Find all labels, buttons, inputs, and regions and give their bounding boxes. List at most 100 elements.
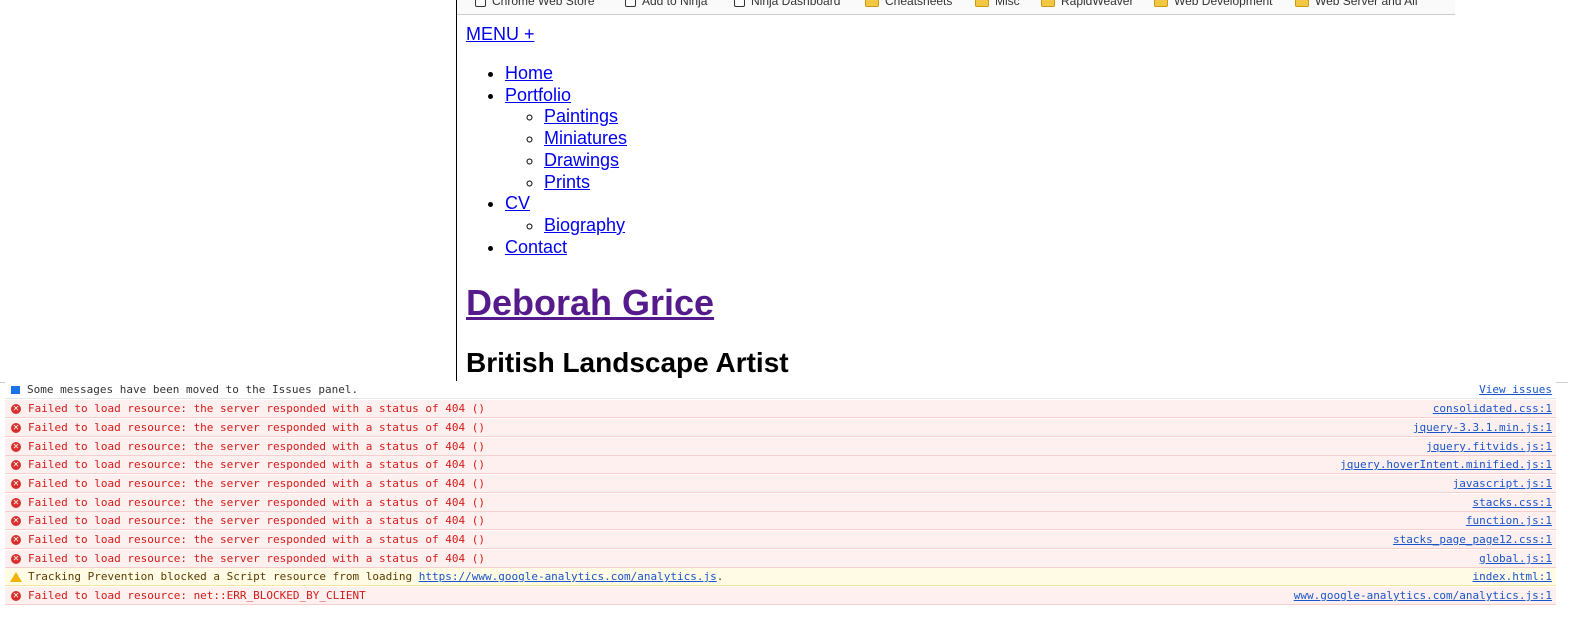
error-icon: ✕ xyxy=(11,441,21,452)
console-source-link[interactable]: stacks.css:1 xyxy=(1473,496,1556,509)
bookmark-label: Ninja Dashboard xyxy=(751,0,841,8)
console-source-link[interactable]: jquery-3.3.1.min.js:1 xyxy=(1413,421,1556,434)
bookmark-chrome-web-store[interactable]: Chrome Web Store xyxy=(475,0,595,8)
console-error-row: ✕ Failed to load resource: the server re… xyxy=(5,456,1556,474)
bookmark-folder-rapidweaver[interactable]: RapidWeaver xyxy=(1041,0,1133,8)
console-message: Failed to load resource: the server resp… xyxy=(28,533,485,546)
folder-icon xyxy=(975,0,989,7)
view-issues-link[interactable]: View issues xyxy=(1479,383,1556,396)
left-blank-area xyxy=(0,0,457,388)
console-message: Failed to load resource: the server resp… xyxy=(28,477,485,490)
console-source-link[interactable]: jquery.fitvids.js:1 xyxy=(1426,440,1556,453)
bookmarks-bar: Chrome Web Store Add to Ninja Ninja Dash… xyxy=(457,0,1455,15)
console-source-link[interactable]: function.js:1 xyxy=(1466,514,1556,527)
console-message: Failed to load resource: net::ERR_BLOCKE… xyxy=(28,589,366,602)
console-scrollbar-gutter xyxy=(1568,382,1594,617)
console-source-link[interactable]: javascript.js:1 xyxy=(1453,477,1556,490)
bookmark-add-to-ninja[interactable]: Add to Ninja xyxy=(625,0,707,8)
console-error-row: ✕ Failed to load resource: the server re… xyxy=(5,475,1556,493)
bookmark-label: Chrome Web Store xyxy=(492,0,595,8)
console-source-link[interactable]: www.google-analytics.com/analytics.js:1 xyxy=(1294,589,1556,602)
portfolio-submenu: Paintings Miniatures Drawings Prints xyxy=(505,106,627,193)
nav-link-cv[interactable]: CV xyxy=(505,193,530,213)
warning-suffix: . xyxy=(716,570,724,583)
nav-link-paintings[interactable]: Paintings xyxy=(544,106,618,126)
error-icon: ✕ xyxy=(11,590,21,601)
bookmark-label: Web Server and All xyxy=(1315,0,1418,8)
console-message: Tracking Prevention blocked a Script res… xyxy=(28,570,1473,583)
console-source-link[interactable]: stacks_page_page12.css:1 xyxy=(1393,533,1556,546)
bookmark-ninja-dashboard[interactable]: Ninja Dashboard xyxy=(734,0,840,8)
error-icon: ✕ xyxy=(11,497,21,508)
error-icon: ✕ xyxy=(11,459,21,470)
error-icon: ✕ xyxy=(11,553,21,564)
bookmark-label: RapidWeaver xyxy=(1061,0,1134,8)
folder-icon xyxy=(1154,0,1168,7)
bookmark-label: Cheatsheets xyxy=(885,0,953,8)
nav-link-prints[interactable]: Prints xyxy=(544,172,590,192)
nav-item-miniatures: Miniatures xyxy=(544,128,627,150)
console-error-row: ✕ Failed to load resource: the server re… xyxy=(5,419,1556,437)
nav-link-contact[interactable]: Contact xyxy=(505,237,567,257)
console-message: Failed to load resource: the server resp… xyxy=(28,421,485,434)
bookmark-label: Web Development xyxy=(1174,0,1273,8)
nav-item-paintings: Paintings xyxy=(544,106,627,128)
error-icon: ✕ xyxy=(11,478,21,489)
console-error-row: ✕ Failed to load resource: the server re… xyxy=(5,512,1556,530)
site-subtitle: British Landscape Artist xyxy=(466,347,789,378)
bookmark-folder-misc[interactable]: Misc xyxy=(975,0,1020,8)
error-icon: ✕ xyxy=(11,534,21,545)
folder-icon xyxy=(1295,0,1309,7)
console-source-link[interactable]: consolidated.css:1 xyxy=(1433,402,1556,415)
page-icon xyxy=(625,0,636,7)
browser-viewport: Chrome Web Store Add to Ninja Ninja Dash… xyxy=(0,0,1594,388)
console-message: Failed to load resource: the server resp… xyxy=(28,514,485,527)
console-message: Failed to load resource: the server resp… xyxy=(28,402,485,415)
bookmark-folder-web-server[interactable]: Web Server and All xyxy=(1295,0,1418,8)
console-message: Some messages have been moved to the Iss… xyxy=(27,383,359,396)
console-error-row: ✕ Failed to load resource: the server re… xyxy=(5,438,1556,456)
console-source-link[interactable]: jquery.hoverIntent.minified.js:1 xyxy=(1340,458,1556,471)
warning-url-link[interactable]: https://www.google-analytics.com/analyti… xyxy=(419,570,717,583)
console-error-row: ✕ Failed to load resource: the server re… xyxy=(5,550,1556,568)
warning-text: Tracking Prevention blocked a Script res… xyxy=(28,570,413,583)
error-icon: ✕ xyxy=(11,422,21,433)
error-icon: ✕ xyxy=(11,403,21,414)
cv-submenu: Biography xyxy=(505,215,627,237)
nav-item-drawings: Drawings xyxy=(544,150,627,172)
page-right-margin xyxy=(1456,0,1594,388)
bookmark-folder-cheatsheets[interactable]: Cheatsheets xyxy=(865,0,952,8)
page-content: Chrome Web Store Add to Ninja Ninja Dash… xyxy=(456,0,1457,388)
menu-toggle-link[interactable]: MENU + xyxy=(466,24,535,45)
nav-item-biography: Biography xyxy=(544,215,627,237)
nav-link-portfolio[interactable]: Portfolio xyxy=(505,85,571,105)
nav-link-home[interactable]: Home xyxy=(505,63,553,83)
console-message: Failed to load resource: the server resp… xyxy=(28,458,485,471)
bookmark-label: Misc xyxy=(995,0,1020,8)
bookmark-folder-web-development[interactable]: Web Development xyxy=(1154,0,1273,8)
console-error-row: ✕ Failed to load resource: net::ERR_BLOC… xyxy=(5,587,1556,605)
nav-item-prints: Prints xyxy=(544,172,627,194)
console-source-link[interactable]: global.js:1 xyxy=(1479,552,1556,565)
page-icon xyxy=(475,0,486,7)
error-icon: ✕ xyxy=(11,515,21,526)
nav-item-cv: CV Biography xyxy=(505,193,627,236)
site-title-link[interactable]: Deborah Grice xyxy=(466,282,714,324)
nav-link-biography[interactable]: Biography xyxy=(544,215,625,235)
console-warning-row: Tracking Prevention blocked a Script res… xyxy=(5,568,1556,586)
console-message: Failed to load resource: the server resp… xyxy=(28,552,485,565)
nav-link-miniatures[interactable]: Miniatures xyxy=(544,128,627,148)
nav-link-drawings[interactable]: Drawings xyxy=(544,150,619,170)
warning-icon xyxy=(10,571,22,582)
console-error-row: ✕ Failed to load resource: the server re… xyxy=(5,400,1556,418)
nav-item-home: Home xyxy=(505,63,627,85)
console-message: Failed to load resource: the server resp… xyxy=(28,440,485,453)
nav-item-contact: Contact xyxy=(505,237,627,259)
console-source-link[interactable]: index.html:1 xyxy=(1473,570,1556,583)
devtools-console: Some messages have been moved to the Iss… xyxy=(0,381,1594,618)
folder-icon xyxy=(1041,0,1055,7)
folder-icon xyxy=(865,0,879,7)
console-error-row: ✕ Failed to load resource: the server re… xyxy=(5,531,1556,549)
page-icon xyxy=(734,0,745,7)
nav-item-portfolio: Portfolio Paintings Miniatures Drawings … xyxy=(505,85,627,194)
